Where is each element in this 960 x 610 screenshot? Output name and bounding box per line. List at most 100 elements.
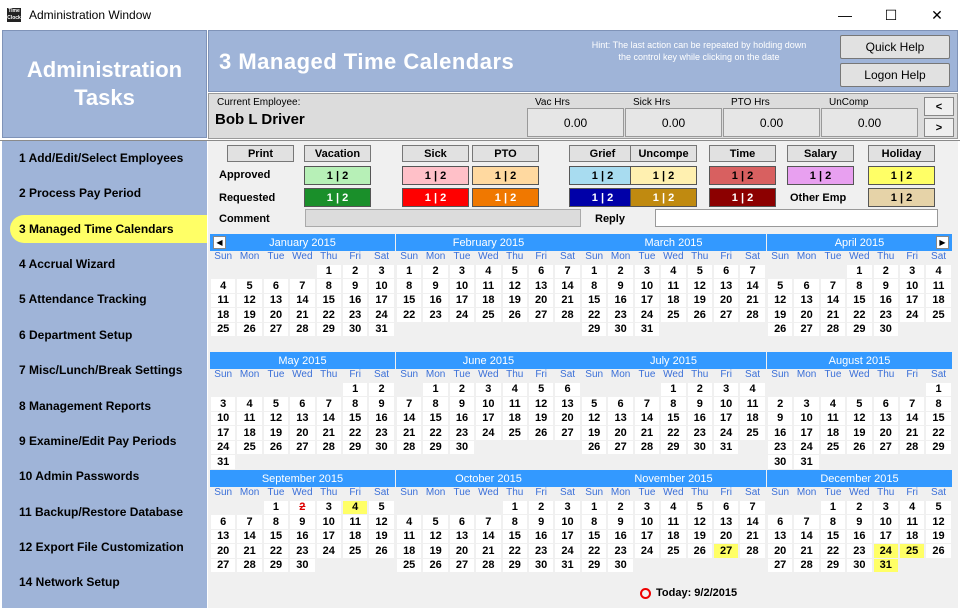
day-cell[interactable]: 4 bbox=[926, 264, 951, 278]
day-cell[interactable]: 8 bbox=[847, 279, 872, 293]
day-cell[interactable]: 7 bbox=[316, 397, 341, 411]
day-cell[interactable]: 12 bbox=[528, 397, 554, 411]
day-cell[interactable]: 30 bbox=[847, 558, 872, 572]
day-cell[interactable]: 29 bbox=[582, 558, 607, 572]
day-cell[interactable]: 27 bbox=[713, 308, 739, 322]
day-cell[interactable]: 6 bbox=[794, 279, 819, 293]
day-cell[interactable]: 6 bbox=[608, 397, 633, 411]
day-cell[interactable]: 19 bbox=[237, 308, 262, 322]
day-cell[interactable]: 9 bbox=[687, 397, 712, 411]
day-cell[interactable]: 2 bbox=[608, 500, 633, 514]
day-cell[interactable]: 12 bbox=[582, 411, 607, 425]
day-cell[interactable]: 30 bbox=[873, 322, 898, 336]
legend-vacation-approved[interactable]: 1 | 2 bbox=[304, 166, 371, 185]
day-cell[interactable]: 22 bbox=[342, 426, 368, 440]
day-cell[interactable]: 17 bbox=[873, 529, 898, 543]
day-cell[interactable]: 6 bbox=[449, 515, 475, 529]
day-cell[interactable]: 29 bbox=[316, 322, 341, 336]
day-cell[interactable]: 19 bbox=[502, 293, 527, 307]
day-cell[interactable]: 29 bbox=[342, 440, 368, 454]
day-cell[interactable]: 16 bbox=[687, 411, 712, 425]
day-cell[interactable]: 25 bbox=[661, 544, 686, 558]
day-cell[interactable]: 10 bbox=[794, 411, 819, 425]
day-cell[interactable]: 28 bbox=[634, 440, 660, 454]
day-cell[interactable]: 26 bbox=[687, 544, 712, 558]
day-cell[interactable]: 14 bbox=[237, 529, 262, 543]
legend-uncompe-approved[interactable]: 1 | 2 bbox=[630, 166, 697, 185]
day-cell[interactable]: 22 bbox=[397, 308, 422, 322]
legend-sick-button[interactable]: Sick bbox=[402, 145, 469, 162]
day-cell[interactable]: 13 bbox=[713, 279, 739, 293]
day-cell[interactable]: 9 bbox=[528, 515, 554, 529]
day-cell[interactable]: 30 bbox=[342, 322, 368, 336]
day-cell[interactable]: 25 bbox=[342, 544, 368, 558]
day-cell[interactable]: 23 bbox=[423, 308, 448, 322]
close-button[interactable]: ✕ bbox=[914, 0, 960, 30]
day-cell[interactable]: 31 bbox=[634, 322, 660, 336]
day-cell[interactable]: 7 bbox=[397, 397, 422, 411]
day-cell[interactable]: 20 bbox=[713, 293, 739, 307]
day-cell[interactable]: 25 bbox=[397, 558, 422, 572]
day-cell[interactable]: 16 bbox=[342, 293, 368, 307]
comment-field[interactable] bbox=[305, 209, 581, 227]
day-cell[interactable]: 30 bbox=[768, 455, 793, 469]
day-cell[interactable]: 12 bbox=[687, 279, 712, 293]
day-cell[interactable]: 12 bbox=[502, 279, 527, 293]
day-cell[interactable]: 1 bbox=[661, 382, 686, 396]
day-cell[interactable]: 4 bbox=[899, 500, 925, 514]
minimize-button[interactable]: — bbox=[822, 0, 868, 30]
day-cell[interactable]: 10 bbox=[555, 515, 580, 529]
day-cell[interactable]: 17 bbox=[713, 411, 739, 425]
day-cell[interactable]: 19 bbox=[263, 426, 289, 440]
day-cell[interactable]: 27 bbox=[449, 558, 475, 572]
legend-vacation-button[interactable]: Vacation bbox=[304, 145, 371, 162]
day-cell[interactable]: 26 bbox=[847, 440, 872, 454]
day-cell[interactable]: 26 bbox=[502, 308, 527, 322]
day-cell[interactable]: 5 bbox=[528, 382, 554, 396]
day-cell[interactable]: 24 bbox=[476, 426, 501, 440]
day-cell[interactable]: 21 bbox=[740, 529, 765, 543]
day-cell[interactable]: 14 bbox=[555, 279, 580, 293]
legend-holiday-button[interactable]: Holiday bbox=[868, 145, 935, 162]
day-cell[interactable]: 15 bbox=[926, 411, 951, 425]
day-cell[interactable]: 21 bbox=[290, 308, 315, 322]
day-cell[interactable]: 23 bbox=[608, 308, 633, 322]
day-cell[interactable]: 29 bbox=[926, 440, 951, 454]
prev-employee-button[interactable]: < bbox=[924, 97, 954, 116]
day-cell[interactable]: 26 bbox=[263, 440, 289, 454]
legend-salary-approved[interactable]: 1 | 2 bbox=[787, 166, 854, 185]
day-cell[interactable]: 13 bbox=[211, 529, 236, 543]
day-cell[interactable]: 7 bbox=[899, 397, 925, 411]
day-cell[interactable]: 23 bbox=[369, 426, 394, 440]
day-cell[interactable]: 9 bbox=[369, 397, 394, 411]
day-cell[interactable]: 13 bbox=[263, 293, 289, 307]
day-cell[interactable]: 6 bbox=[555, 382, 580, 396]
day-cell[interactable]: 27 bbox=[608, 440, 633, 454]
day-cell[interactable]: 25 bbox=[926, 308, 951, 322]
day-cell[interactable]: 25 bbox=[661, 308, 686, 322]
day-cell[interactable]: 28 bbox=[555, 308, 580, 322]
day-cell[interactable]: 28 bbox=[740, 544, 765, 558]
day-cell[interactable]: 29 bbox=[582, 322, 607, 336]
day-cell[interactable]: 3 bbox=[369, 264, 394, 278]
logon-help-button[interactable]: Logon Help bbox=[840, 63, 950, 87]
day-cell[interactable]: 8 bbox=[263, 515, 289, 529]
day-cell[interactable]: 24 bbox=[873, 544, 898, 558]
legend-grief-requested[interactable]: 1 | 2 bbox=[569, 188, 636, 207]
sidebar-item-export-file[interactable]: 12 Export File Customization bbox=[2, 533, 207, 561]
day-cell[interactable]: 14 bbox=[316, 411, 341, 425]
day-cell[interactable]: 26 bbox=[528, 426, 554, 440]
day-cell[interactable]: 21 bbox=[476, 544, 501, 558]
day-cell[interactable]: 1 bbox=[582, 264, 607, 278]
day-cell[interactable]: 7 bbox=[634, 397, 660, 411]
day-cell[interactable]: 17 bbox=[211, 426, 236, 440]
day-cell[interactable]: 9 bbox=[290, 515, 315, 529]
day-cell[interactable]: 12 bbox=[369, 515, 394, 529]
day-cell[interactable]: 28 bbox=[820, 322, 846, 336]
day-cell[interactable]: 16 bbox=[528, 529, 554, 543]
day-cell[interactable]: 21 bbox=[740, 293, 765, 307]
day-cell[interactable]: 8 bbox=[661, 397, 686, 411]
day-cell[interactable]: 15 bbox=[423, 411, 448, 425]
day-cell[interactable]: 20 bbox=[211, 544, 236, 558]
day-cell[interactable]: 25 bbox=[476, 308, 501, 322]
